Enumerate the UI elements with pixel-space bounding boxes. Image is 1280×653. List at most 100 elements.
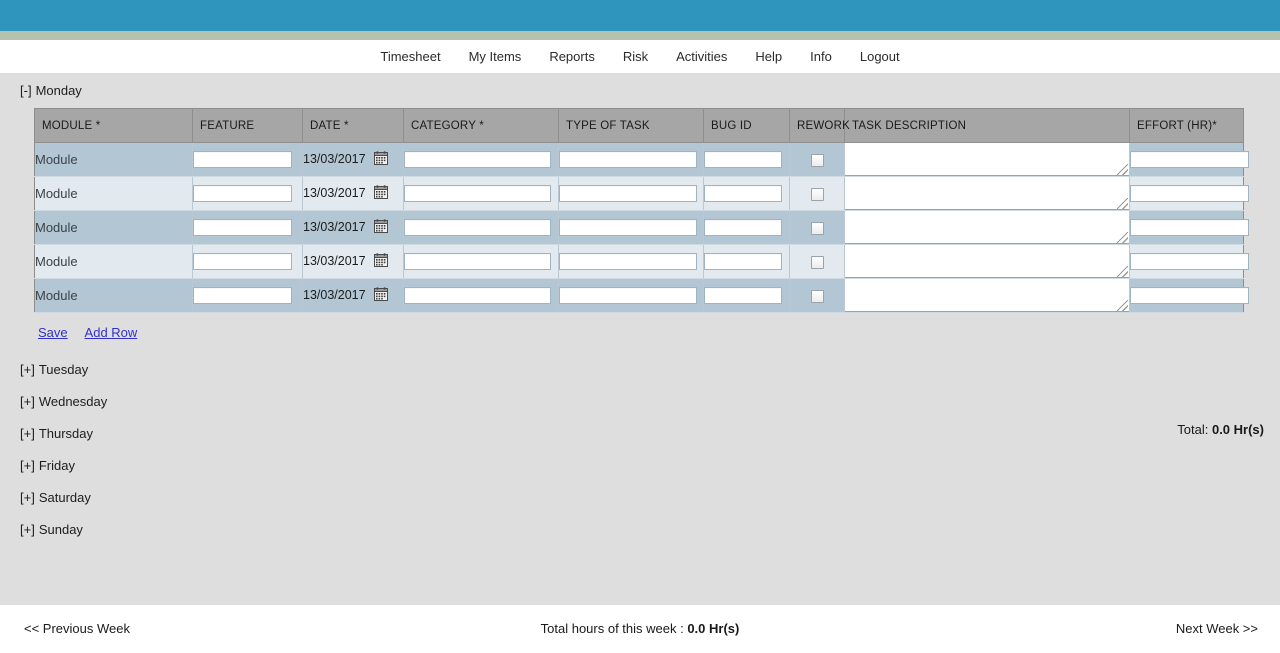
feature-input[interactable] bbox=[193, 185, 292, 202]
add-row-button[interactable]: Add Row bbox=[85, 325, 138, 340]
nav-item-logout[interactable]: Logout bbox=[846, 40, 914, 73]
collapse-toggle-icon: [-] bbox=[20, 83, 32, 98]
top-banner bbox=[0, 0, 1280, 31]
effort-input[interactable] bbox=[1130, 151, 1249, 168]
rework-checkbox[interactable] bbox=[810, 154, 824, 168]
day-section-tuesday-toggle[interactable]: [+] Tuesday bbox=[0, 362, 200, 377]
module-cell[interactable]: Module bbox=[34, 176, 193, 211]
nav-item-timesheet[interactable]: Timesheet bbox=[366, 40, 454, 73]
feature-input[interactable] bbox=[193, 287, 292, 304]
day-total: Total: 0.0 Hr(s) bbox=[1177, 422, 1264, 437]
task-description-cell bbox=[844, 278, 1130, 313]
calendar-icon[interactable] bbox=[373, 287, 388, 304]
rework-checkbox[interactable] bbox=[810, 290, 824, 304]
category-cell bbox=[403, 244, 559, 279]
category-cell bbox=[403, 176, 559, 211]
expand-toggle-icon: [+] bbox=[20, 458, 35, 473]
column-header: REWORK bbox=[789, 108, 850, 143]
feature-cell bbox=[192, 176, 303, 211]
effort-cell bbox=[1129, 278, 1249, 313]
day-label: Sunday bbox=[38, 522, 83, 537]
task-description-input[interactable] bbox=[845, 177, 1129, 210]
module-cell[interactable]: Module bbox=[34, 278, 193, 313]
day-section-saturday-toggle[interactable]: [+] Saturday bbox=[0, 490, 200, 505]
bug-id-input[interactable] bbox=[704, 219, 782, 236]
type-of-task-input[interactable] bbox=[559, 151, 697, 168]
type-of-task-input[interactable] bbox=[559, 185, 697, 202]
column-header: BUG ID bbox=[703, 108, 790, 143]
day-label: Friday bbox=[38, 458, 75, 473]
rework-checkbox[interactable] bbox=[810, 222, 824, 236]
calendar-icon[interactable] bbox=[373, 151, 388, 168]
task-description-input[interactable] bbox=[845, 245, 1129, 278]
table-row: Module 13/03/2017 bbox=[34, 244, 1249, 279]
effort-input[interactable] bbox=[1130, 219, 1249, 236]
module-cell[interactable]: Module bbox=[34, 244, 193, 279]
bug-id-input[interactable] bbox=[704, 151, 782, 168]
category-input[interactable] bbox=[404, 185, 551, 202]
date-value: 13/03/2017 bbox=[303, 287, 366, 302]
type-of-task-cell bbox=[558, 176, 704, 211]
feature-input[interactable] bbox=[193, 253, 292, 270]
effort-input[interactable] bbox=[1130, 185, 1249, 202]
nav-item-activities[interactable]: Activities bbox=[662, 40, 741, 73]
expand-toggle-icon: [+] bbox=[20, 490, 35, 505]
type-of-task-input[interactable] bbox=[559, 253, 697, 270]
nav-item-reports[interactable]: Reports bbox=[535, 40, 609, 73]
bug-id-input[interactable] bbox=[704, 185, 782, 202]
effort-cell bbox=[1129, 210, 1249, 245]
expand-toggle-icon: [+] bbox=[20, 426, 35, 441]
module-cell[interactable]: Module bbox=[34, 210, 193, 245]
week-total-value: 0.0 Hr(s) bbox=[687, 621, 740, 636]
task-description-input[interactable] bbox=[845, 143, 1129, 176]
category-input[interactable] bbox=[404, 287, 551, 304]
bug-id-input[interactable] bbox=[704, 253, 782, 270]
nav-item-info[interactable]: Info bbox=[796, 40, 846, 73]
task-description-input[interactable] bbox=[845, 279, 1129, 312]
timesheet-table: MODULE * FEATURE DATE * CATEGORY * TYPE OF T… bbox=[34, 108, 1249, 313]
bug-id-cell bbox=[703, 278, 790, 313]
feature-input[interactable] bbox=[193, 219, 292, 236]
effort-input[interactable] bbox=[1130, 287, 1249, 304]
type-of-task-cell bbox=[558, 210, 704, 245]
type-of-task-input[interactable] bbox=[559, 219, 697, 236]
module-cell[interactable]: Module bbox=[34, 142, 193, 177]
feature-input[interactable] bbox=[193, 151, 292, 168]
nav-item-my-items[interactable]: My Items bbox=[455, 40, 536, 73]
expand-toggle-icon: [+] bbox=[20, 394, 35, 409]
table-body: Module 13/03/2017 Module 13/03/2017 Module 13… bbox=[34, 142, 1249, 313]
date-cell: 13/03/2017 bbox=[302, 176, 404, 211]
type-of-task-cell bbox=[558, 244, 704, 279]
feature-cell bbox=[192, 278, 303, 313]
day-section-sunday-toggle[interactable]: [+] Sunday bbox=[0, 522, 200, 537]
column-header: FEATURE bbox=[192, 108, 303, 143]
calendar-icon[interactable] bbox=[373, 185, 388, 202]
collapsed-days-list: [+] Tuesday [+] Wednesday [+] Thursday [+] Frid… bbox=[0, 362, 1280, 537]
banner-accent-strip bbox=[0, 31, 1280, 40]
category-input[interactable] bbox=[404, 219, 551, 236]
day-section-thursday-toggle[interactable]: [+] Thursday bbox=[0, 426, 200, 441]
task-description-input[interactable] bbox=[845, 211, 1129, 244]
type-of-task-input[interactable] bbox=[559, 287, 697, 304]
date-cell: 13/03/2017 bbox=[302, 244, 404, 279]
category-input[interactable] bbox=[404, 151, 551, 168]
save-button[interactable]: Save bbox=[38, 325, 68, 340]
bug-id-cell bbox=[703, 244, 790, 279]
nav-item-risk[interactable]: Risk bbox=[609, 40, 662, 73]
table-row: Module 13/03/2017 bbox=[34, 142, 1249, 177]
main-navigation: Timesheet My Items Reports Risk Activities He… bbox=[0, 40, 1280, 73]
task-description-cell bbox=[844, 142, 1130, 177]
day-section-wednesday-toggle[interactable]: [+] Wednesday bbox=[0, 394, 200, 409]
day-section-monday-toggle[interactable]: [-] Monday bbox=[0, 73, 82, 104]
rework-checkbox[interactable] bbox=[810, 256, 824, 270]
date-value: 13/03/2017 bbox=[303, 219, 366, 234]
calendar-icon[interactable] bbox=[373, 219, 388, 236]
next-week-button[interactable]: Next Week >> bbox=[1176, 621, 1258, 636]
calendar-icon[interactable] bbox=[373, 253, 388, 270]
bug-id-input[interactable] bbox=[704, 287, 782, 304]
category-input[interactable] bbox=[404, 253, 551, 270]
day-section-friday-toggle[interactable]: [+] Friday bbox=[0, 458, 200, 473]
nav-item-help[interactable]: Help bbox=[741, 40, 796, 73]
effort-input[interactable] bbox=[1130, 253, 1249, 270]
rework-checkbox[interactable] bbox=[810, 188, 824, 202]
